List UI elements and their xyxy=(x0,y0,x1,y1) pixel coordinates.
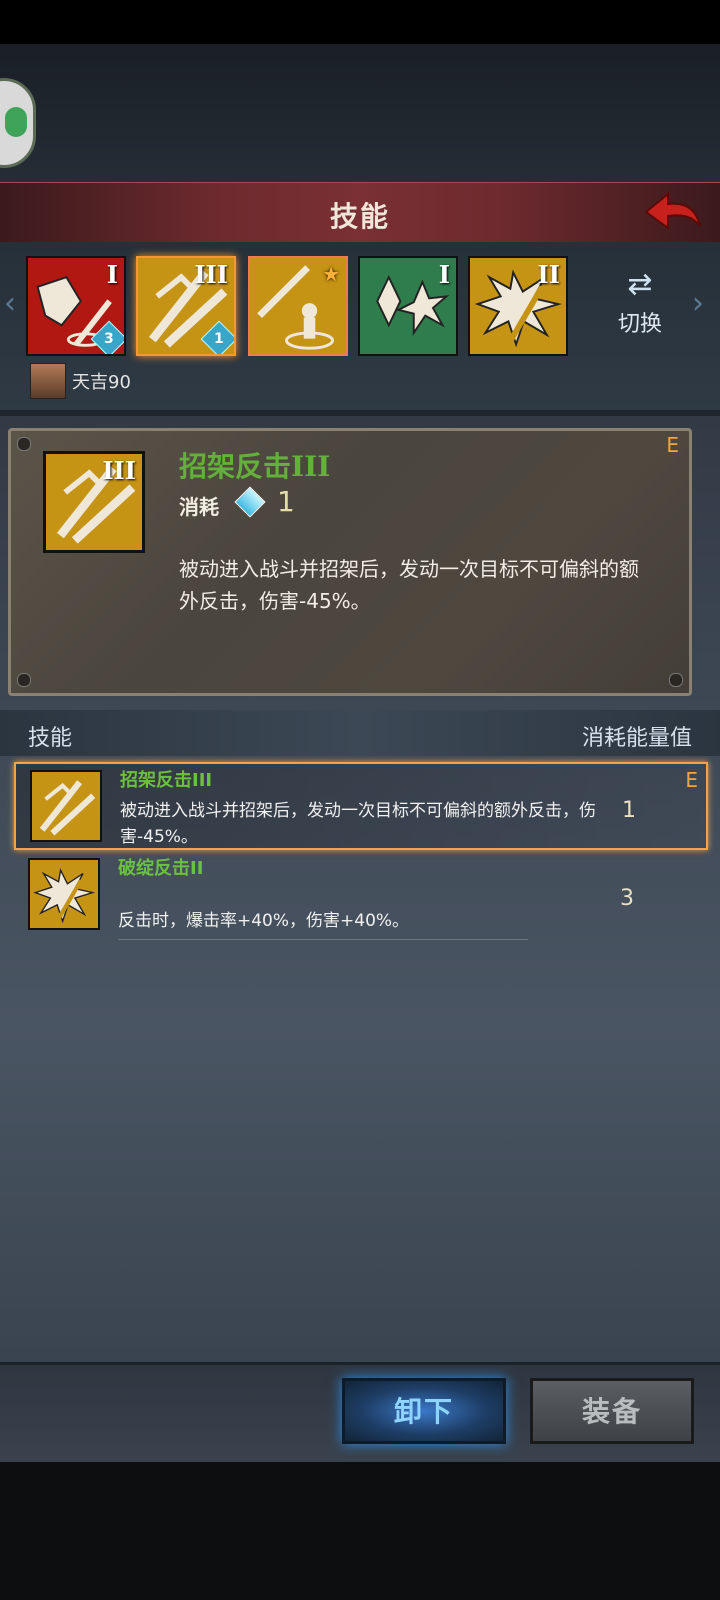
swap-arrows-icon: ⇄ xyxy=(627,267,653,302)
avatar xyxy=(30,363,66,399)
header-bar: 技能 xyxy=(0,182,720,245)
top-background xyxy=(0,44,720,184)
row-description: 被动进入战斗并招架后，发动一次目标不可偏斜的额外反击，伤害-45%。 xyxy=(120,801,596,847)
cost-value: 1 xyxy=(277,485,295,518)
unequip-button[interactable]: 卸下 xyxy=(342,1378,506,1444)
skill-list-header: 技能 消耗能量值 xyxy=(0,710,720,756)
navigation-area xyxy=(0,1462,720,1600)
owner-name: 天吉90 xyxy=(72,372,131,393)
row-description: 反击时，爆击率+40%，伤害+40%。 xyxy=(118,911,410,931)
skill-level: I xyxy=(106,260,118,289)
skill-grade: E xyxy=(666,433,679,457)
list-item[interactable]: 破绽反击II 反击时，爆击率+40%，伤害+40%。 3 xyxy=(14,852,708,940)
weakness-counter-skill-icon xyxy=(28,858,100,930)
skill-slot-5[interactable]: II xyxy=(468,256,568,356)
row-divider xyxy=(118,939,528,940)
nail-decoration xyxy=(17,673,31,687)
nail-decoration xyxy=(17,437,31,451)
energy-gem-icon xyxy=(234,486,266,518)
switch-label: 切换 xyxy=(617,312,662,337)
cost-label: 消耗 xyxy=(179,495,219,519)
skill-level: I xyxy=(438,260,450,289)
skill-detail-card: III 招架反击III 消耗 1 E 被动进入战斗并招架后，发动一次目标不可偏斜… xyxy=(8,428,692,696)
column-skill: 技能 xyxy=(28,726,73,751)
skill-description: 被动进入战斗并招架后，发动一次目标不可偏斜的额外反击，伤害-45%。 xyxy=(179,557,639,613)
skill-name: 招架反击III xyxy=(179,450,331,483)
skill-slot-2[interactable]: III 1 xyxy=(136,256,236,356)
row-cost: 3 xyxy=(620,886,634,911)
skill-slot-3[interactable]: ★ xyxy=(248,256,348,356)
skill-level: III xyxy=(194,260,228,289)
skill-level: III xyxy=(102,456,136,485)
selected-skill-icon: III xyxy=(43,451,145,553)
parry-skill-icon xyxy=(30,770,102,842)
row-cost: 1 xyxy=(622,798,636,823)
chat-icon xyxy=(5,107,27,137)
divider xyxy=(0,410,720,416)
character-owner: 天吉90 xyxy=(30,363,131,399)
back-arrow-icon[interactable] xyxy=(642,188,702,236)
skill-slot-1[interactable]: I 3 xyxy=(26,256,126,356)
row-title: 招架反击III xyxy=(120,770,213,791)
skill-slot-4[interactable]: I xyxy=(358,256,458,356)
switch-button[interactable]: ⇄ 切换 xyxy=(602,268,678,344)
scroll-left-arrow-icon[interactable]: ‹ xyxy=(4,286,16,321)
row-grade: E xyxy=(685,768,698,792)
page-title: 技能 xyxy=(329,200,390,233)
skill-level: II xyxy=(537,260,560,289)
nail-decoration xyxy=(669,673,683,687)
status-bar xyxy=(0,0,720,44)
row-title: 破绽反击II xyxy=(118,858,204,879)
scroll-right-arrow-icon[interactable]: › xyxy=(692,286,704,321)
list-item[interactable]: 招架反击III 被动进入战斗并招架后，发动一次目标不可偏斜的额外反击，伤害-45… xyxy=(14,762,708,850)
column-energy-cost: 消耗能量值 xyxy=(581,726,692,751)
equip-button[interactable]: 装备 xyxy=(530,1378,694,1444)
star-icon: ★ xyxy=(322,262,340,286)
